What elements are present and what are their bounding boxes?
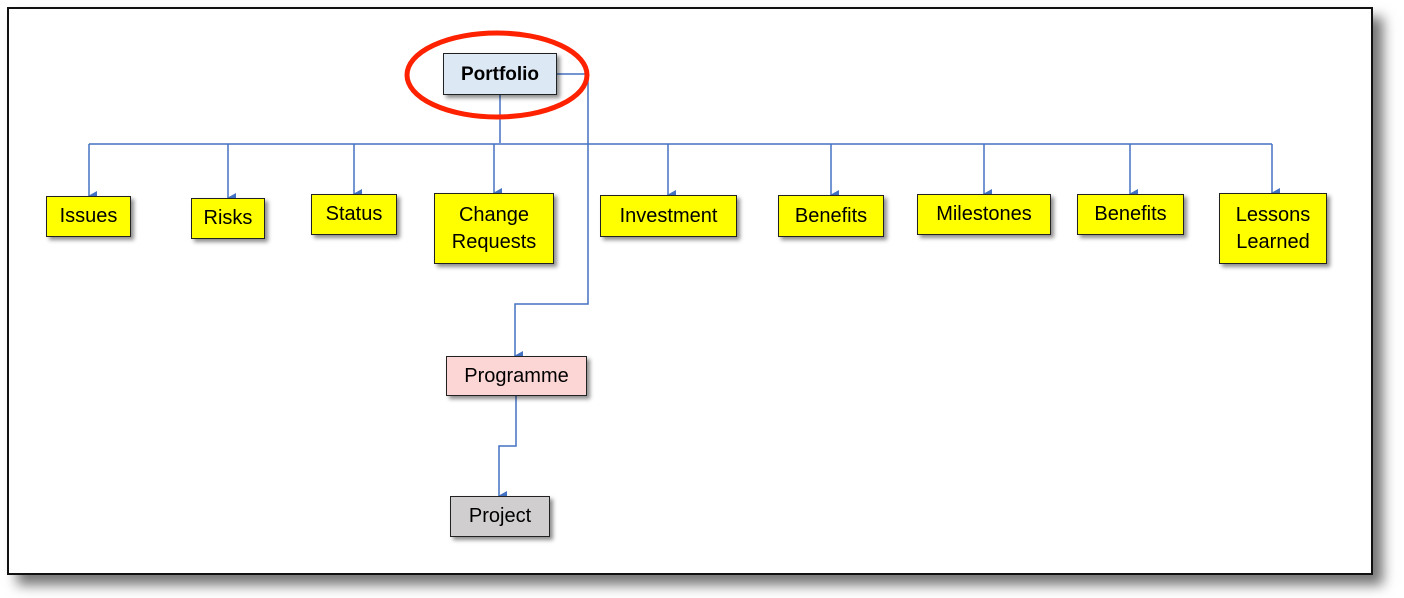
node-risks: Risks: [191, 198, 265, 239]
node-label: Change Requests: [451, 203, 537, 253]
node-label: Programme: [464, 364, 569, 387]
node-status: Status: [311, 194, 397, 235]
node-milestones: Milestones: [917, 194, 1051, 235]
node-change-requests: Change Requests: [434, 193, 554, 264]
node-portfolio: Portfolio: [443, 53, 557, 95]
node-label: Benefits: [1094, 203, 1167, 225]
connectors: [88, 30, 1280, 501]
node-label: Milestones: [936, 203, 1032, 225]
node-label: Portfolio: [460, 63, 540, 85]
node-issues: Issues: [46, 196, 131, 237]
node-label: Lessons Learned: [1235, 203, 1311, 253]
node-investment: Investment: [600, 195, 737, 237]
node-lessons-learned: Lessons Learned: [1219, 193, 1327, 264]
connector-project: [498, 396, 517, 501]
node-label: Risks: [203, 207, 253, 229]
node-label: Project: [468, 505, 532, 527]
node-label: Investment: [619, 204, 718, 227]
node-benefits-2: Benefits: [1077, 194, 1184, 235]
node-label: Issues: [59, 205, 118, 227]
node-programme: Programme: [446, 356, 587, 396]
node-benefits-1: Benefits: [778, 195, 884, 237]
node-label: Benefits: [794, 204, 868, 227]
node-label: Status: [325, 203, 383, 225]
node-project: Project: [450, 496, 550, 537]
